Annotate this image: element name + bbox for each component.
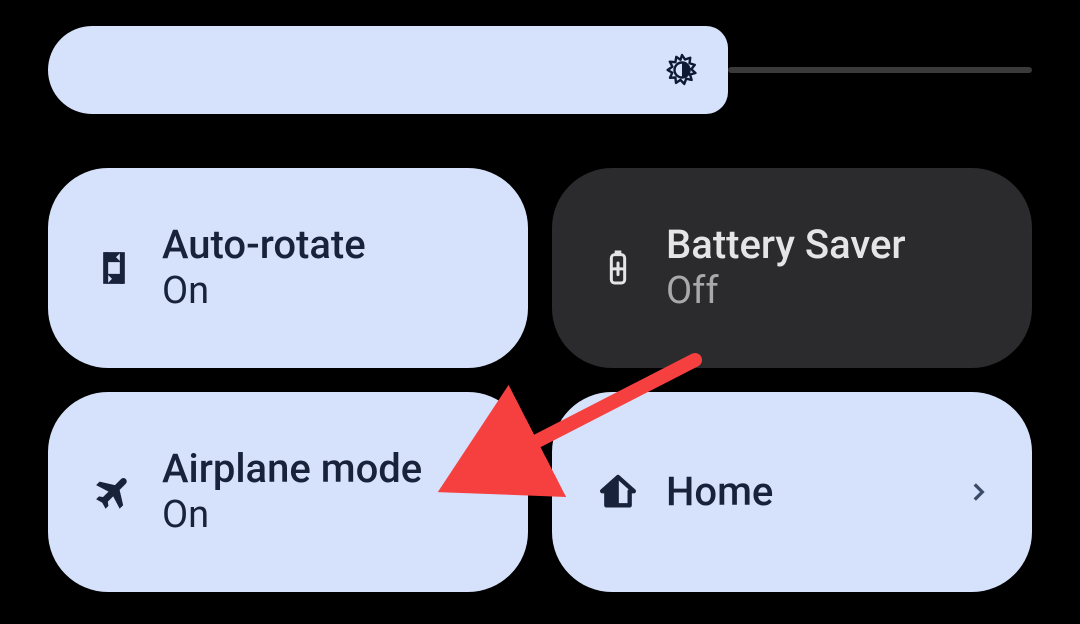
tile-title: Battery Saver [666,223,998,267]
tile-auto-rotate[interactable]: Auto-rotate On [48,168,528,368]
tile-text: Battery Saver Off [666,223,998,313]
battery-saver-icon [586,248,650,288]
brightness-medium-icon [664,52,700,88]
tile-title: Airplane mode [162,447,494,491]
quick-settings-tiles: Auto-rotate On Battery Saver Off Airplan… [48,168,1032,592]
tile-airplane-mode[interactable]: Airplane mode On [48,392,528,592]
tile-home[interactable]: Home [552,392,1032,592]
brightness-slider-fill [48,26,728,114]
tile-text: Home [666,470,958,514]
tile-status: On [162,495,494,537]
tile-status: On [162,271,494,313]
brightness-slider-track [728,67,1032,73]
home-icon [586,472,650,512]
tile-title: Home [666,470,958,514]
tile-text: Airplane mode On [162,447,494,537]
tile-status: Off [666,271,998,313]
auto-rotate-icon [82,248,146,288]
airplane-icon [82,472,146,512]
tile-text: Auto-rotate On [162,223,494,313]
brightness-slider[interactable] [48,26,1032,114]
tile-battery-saver[interactable]: Battery Saver Off [552,168,1032,368]
chevron-right-icon [958,479,998,505]
tile-title: Auto-rotate [162,223,494,267]
